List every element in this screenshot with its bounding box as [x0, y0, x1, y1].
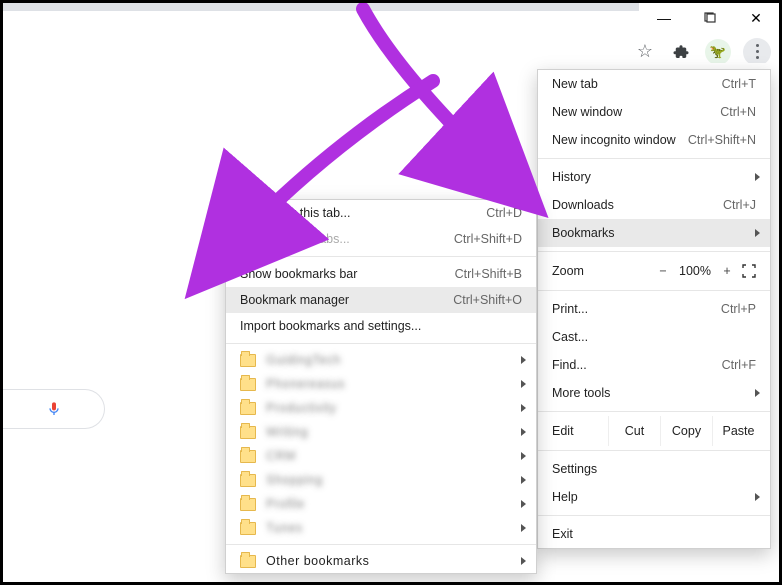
chevron-right-icon	[521, 428, 526, 436]
menu-new-tab[interactable]: New tabCtrl+T	[538, 70, 770, 98]
chevron-right-icon	[521, 524, 526, 532]
menu-edit-row: Edit Cut Copy Paste	[538, 416, 770, 446]
menu-help[interactable]: Help	[538, 483, 770, 511]
zoom-in-button[interactable]: +	[716, 264, 738, 278]
menu-downloads[interactable]: DownloadsCtrl+J	[538, 191, 770, 219]
zoom-out-button[interactable]: −	[652, 264, 674, 278]
tabstrip	[3, 3, 639, 11]
chevron-right-icon	[521, 452, 526, 460]
chrome-menu-button[interactable]	[743, 38, 771, 66]
submenu-show-bookmarks-bar[interactable]: Show bookmarks barCtrl+Shift+B	[226, 261, 536, 287]
folder-icon	[240, 354, 256, 367]
folder-icon	[240, 426, 256, 439]
chevron-right-icon	[755, 493, 760, 501]
maximize-button[interactable]	[687, 3, 733, 33]
extensions-icon[interactable]	[669, 40, 693, 64]
folder-icon	[240, 378, 256, 391]
folder-icon	[240, 474, 256, 487]
close-button[interactable]: ✕	[733, 3, 779, 33]
menu-cast[interactable]: Cast...	[538, 323, 770, 351]
folder-icon	[240, 555, 256, 568]
folder-icon	[240, 522, 256, 535]
bookmark-folder[interactable]: Profile	[226, 492, 536, 516]
menu-zoom: Zoom − 100% +	[538, 256, 770, 286]
chevron-right-icon	[755, 229, 760, 237]
menu-history[interactable]: History	[538, 163, 770, 191]
chevron-right-icon	[521, 476, 526, 484]
bookmark-folder[interactable]: Shopping	[226, 468, 536, 492]
menu-exit[interactable]: Exit	[538, 520, 770, 548]
chrome-main-menu: New tabCtrl+T New windowCtrl+N New incog…	[537, 69, 771, 549]
menu-more-tools[interactable]: More tools	[538, 379, 770, 407]
menu-incognito[interactable]: New incognito windowCtrl+Shift+N	[538, 126, 770, 154]
chevron-right-icon	[521, 404, 526, 412]
chevron-right-icon	[755, 389, 760, 397]
bookmark-folder-other[interactable]: Other bookmarks	[226, 549, 536, 573]
menu-bookmarks[interactable]: Bookmarks	[538, 219, 770, 247]
chevron-right-icon	[521, 380, 526, 388]
bookmark-star-icon[interactable]: ☆	[633, 40, 657, 64]
submenu-import-bookmarks[interactable]: Import bookmarks and settings...	[226, 313, 536, 339]
zoom-value: 100%	[674, 264, 716, 278]
folder-icon	[240, 498, 256, 511]
chevron-right-icon	[521, 557, 526, 565]
bookmark-folder[interactable]: GuidingTech	[226, 348, 536, 372]
menu-print[interactable]: Print...Ctrl+P	[538, 295, 770, 323]
bookmark-folder[interactable]: Tunes	[226, 516, 536, 540]
folder-icon	[240, 402, 256, 415]
chevron-right-icon	[521, 356, 526, 364]
submenu-bookmark-this-tab[interactable]: Bookmark this tab...Ctrl+D	[226, 200, 536, 226]
bookmark-folder[interactable]: Phonereasus	[226, 372, 536, 396]
folder-icon	[240, 450, 256, 463]
voice-search-button[interactable]	[3, 389, 105, 429]
menu-new-window[interactable]: New windowCtrl+N	[538, 98, 770, 126]
chevron-right-icon	[755, 173, 760, 181]
edit-copy[interactable]: Copy	[660, 416, 712, 446]
profile-avatar[interactable]: 🦖	[705, 39, 731, 65]
submenu-bookmark-manager[interactable]: Bookmark managerCtrl+Shift+O	[226, 287, 536, 313]
bookmark-folder[interactable]: CRM	[226, 444, 536, 468]
bookmark-folder[interactable]: Writing	[226, 420, 536, 444]
chevron-right-icon	[521, 500, 526, 508]
menu-find[interactable]: Find...Ctrl+F	[538, 351, 770, 379]
menu-settings[interactable]: Settings	[538, 455, 770, 483]
edit-paste[interactable]: Paste	[712, 416, 764, 446]
bookmarks-submenu: Bookmark this tab...Ctrl+D Bookmark all …	[225, 199, 537, 574]
minimize-button[interactable]: —	[641, 3, 687, 33]
fullscreen-icon[interactable]	[738, 264, 760, 278]
submenu-bookmark-all-tabs: Bookmark all tabs...Ctrl+Shift+D	[226, 226, 536, 252]
bookmark-folder[interactable]: Productivity	[226, 396, 536, 420]
edit-cut[interactable]: Cut	[608, 416, 660, 446]
